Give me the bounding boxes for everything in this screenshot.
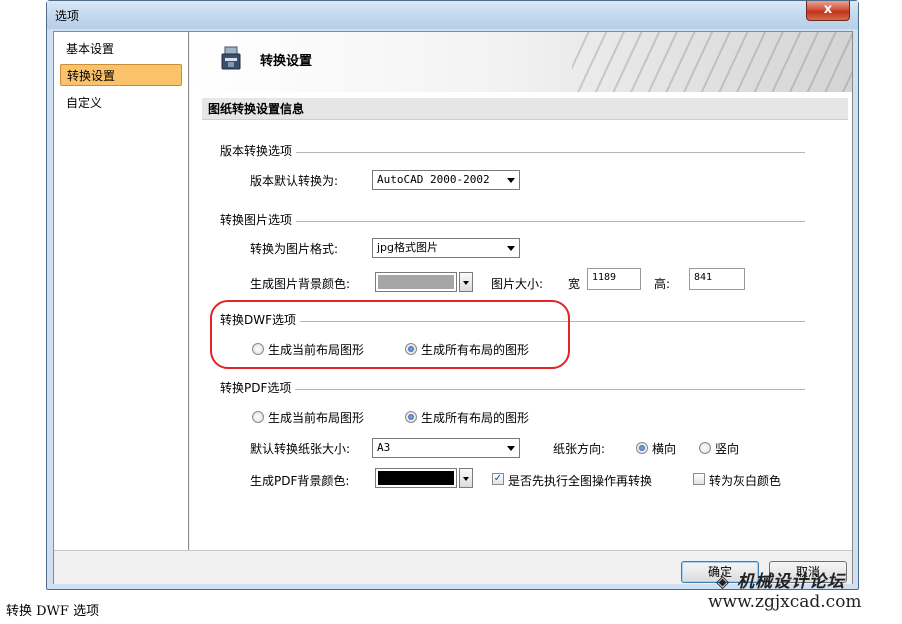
- pdf-all-layouts-label[interactable]: 生成所有布局的图形: [421, 409, 529, 426]
- dialog-title: 选项: [55, 9, 80, 23]
- chevron-down-icon: [507, 178, 515, 183]
- group-divider: [220, 389, 805, 390]
- image-size-label: 图片大小:: [491, 277, 544, 291]
- pdf-current-layout-label[interactable]: 生成当前布局图形: [268, 409, 364, 426]
- sidebar: 基本设置 转换设置 自定义: [54, 32, 189, 550]
- image-bg-color-label: 生成图片背景颜色:: [250, 277, 351, 291]
- pdf-group-title: 转换PDF选项: [220, 379, 296, 396]
- group-divider: [220, 221, 805, 222]
- panel-header: 转换设置: [190, 32, 852, 92]
- zoom-all-checkbox[interactable]: ✓: [492, 473, 504, 485]
- title-bar[interactable]: 选项 x: [47, 1, 858, 29]
- close-button[interactable]: x: [806, 1, 850, 21]
- chevron-down-icon: [463, 477, 469, 481]
- watermark-url: www.zgjxcad.com: [708, 592, 862, 612]
- header-decoration: [572, 32, 852, 92]
- default-version-select[interactable]: AutoCAD 2000-2002: [372, 170, 520, 190]
- version-group-title: 版本转换选项: [220, 142, 297, 159]
- pdf-bg-color-dropdown[interactable]: [459, 468, 473, 488]
- chevron-down-icon: [507, 246, 515, 251]
- default-version-label: 版本默认转换为:: [250, 174, 339, 188]
- image-format-select[interactable]: jpg格式图片: [372, 238, 520, 258]
- panel-title: 转换设置: [260, 54, 313, 69]
- pdf-bg-color-swatch: [378, 471, 454, 485]
- orientation-landscape-label[interactable]: 横向: [652, 440, 676, 457]
- chevron-down-icon: [507, 446, 515, 451]
- figure-caption: 转换 DWF 选项: [6, 604, 100, 619]
- pdf-bg-color-label: 生成PDF背景颜色:: [250, 474, 350, 488]
- image-height-label: 高:: [654, 277, 671, 291]
- sidebar-item-custom[interactable]: 自定义: [60, 92, 182, 114]
- paper-size-select[interactable]: A3: [372, 438, 520, 458]
- watermark-logo-icon: ◈: [716, 572, 737, 592]
- image-group-title: 转换图片选项: [220, 211, 297, 228]
- pdf-current-layout-radio[interactable]: [252, 411, 264, 423]
- chevron-down-icon: [463, 281, 469, 285]
- dwf-highlight-annotation: [210, 300, 570, 369]
- grayscale-label[interactable]: 转为灰白颜色: [709, 472, 781, 489]
- image-format-label: 转换为图片格式:: [250, 242, 339, 256]
- image-format-value: jpg格式图片: [377, 241, 439, 254]
- paper-size-value: A3: [377, 441, 391, 454]
- orientation-portrait-label[interactable]: 竖向: [715, 440, 739, 457]
- image-bg-color-swatch: [378, 275, 454, 289]
- image-height-input[interactable]: 841: [689, 268, 745, 290]
- pdf-bg-color-picker[interactable]: [375, 468, 457, 488]
- watermark-title: ◈ 机械设计论坛: [716, 567, 845, 592]
- orientation-portrait-radio[interactable]: [699, 442, 711, 454]
- orientation-landscape-radio[interactable]: [636, 442, 648, 454]
- convert-settings-icon: [221, 46, 241, 70]
- image-width-label: 宽: [568, 277, 581, 291]
- image-width-input[interactable]: 1189: [587, 268, 641, 290]
- paper-size-label: 默认转换纸张大小:: [250, 442, 351, 456]
- options-dialog: 选项 x 基本设置 转换设置 自定义 转换设置 图纸转换设置信息: [46, 0, 859, 590]
- pdf-all-layouts-radio[interactable]: [405, 411, 417, 423]
- sidebar-item-conversion[interactable]: 转换设置: [60, 64, 182, 86]
- zoom-all-label[interactable]: 是否先执行全图操作再转换: [508, 472, 652, 489]
- grayscale-checkbox[interactable]: [693, 473, 705, 485]
- image-bg-color-picker[interactable]: [375, 272, 457, 292]
- group-divider: [220, 152, 805, 153]
- image-bg-color-dropdown[interactable]: [459, 272, 473, 292]
- orientation-label: 纸张方向:: [553, 442, 606, 456]
- section-header: 图纸转换设置信息: [202, 98, 848, 120]
- sidebar-item-basic[interactable]: 基本设置: [60, 38, 182, 60]
- default-version-value: AutoCAD 2000-2002: [377, 173, 490, 186]
- watermark-title-text: 机械设计论坛: [737, 572, 845, 592]
